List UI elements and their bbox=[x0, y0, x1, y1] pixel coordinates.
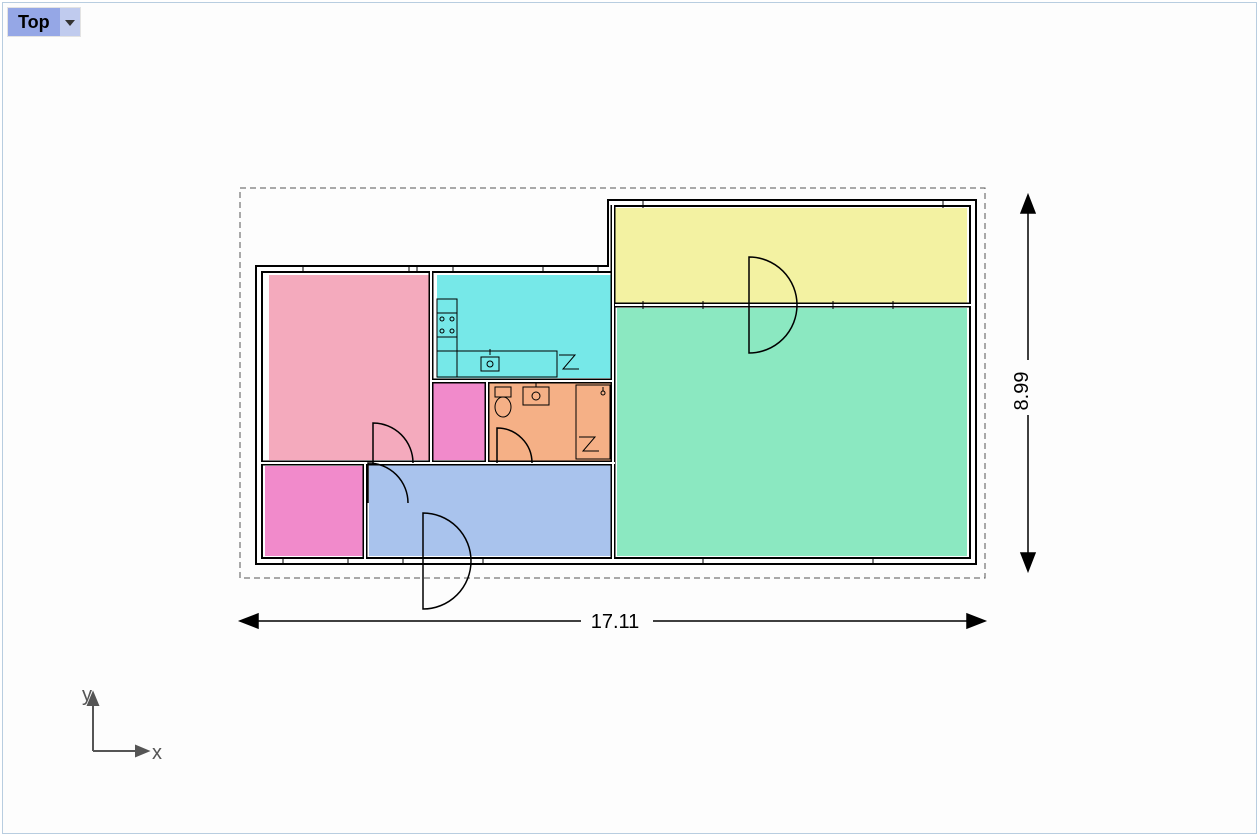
axis-x-label: x bbox=[152, 742, 162, 764]
room-living bbox=[617, 308, 967, 556]
room-hall bbox=[369, 464, 613, 556]
dimension-height: 8.99 bbox=[1011, 195, 1035, 571]
floorplan-canvas[interactable]: 17.11 8.99 bbox=[3, 3, 1259, 839]
dimension-width: 17.11 bbox=[240, 611, 985, 633]
dimension-width-value: 17.11 bbox=[591, 611, 640, 633]
room-bathroom bbox=[489, 383, 613, 461]
viewport[interactable]: Top bbox=[2, 2, 1257, 834]
room-garage bbox=[615, 208, 967, 304]
room-closet bbox=[265, 466, 365, 556]
axis-y-label: y bbox=[82, 684, 92, 706]
room-kitchen bbox=[437, 275, 611, 378]
room-bedroom bbox=[269, 275, 429, 460]
room-storage bbox=[433, 383, 485, 460]
rooms-group bbox=[265, 208, 967, 556]
axis-indicator: y x bbox=[78, 691, 168, 777]
dimension-height-value: 8.99 bbox=[1011, 372, 1033, 411]
